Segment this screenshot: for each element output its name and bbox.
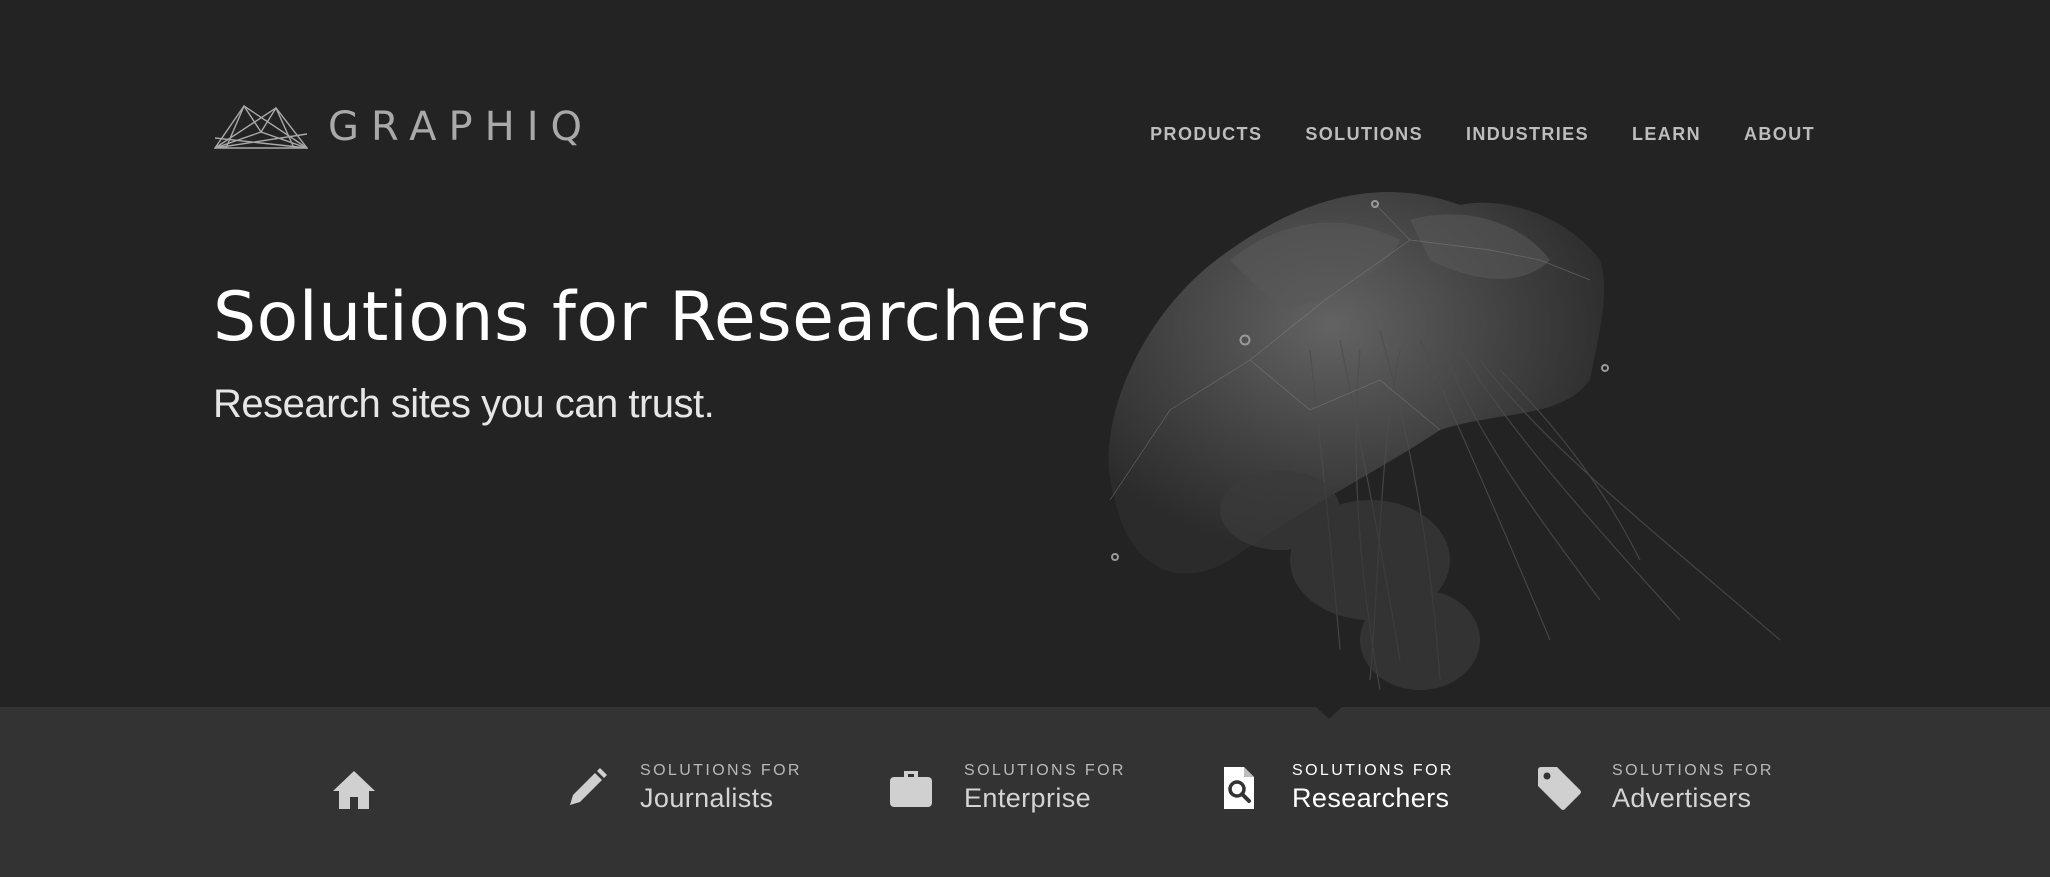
solutions-journalists[interactable]: SOLUTIONS FOR Journalists (564, 762, 802, 814)
solutions-name: Enterprise (964, 783, 1092, 813)
document-search-icon (1224, 767, 1254, 809)
nav-learn[interactable]: LEARN (1632, 124, 1701, 145)
solutions-prefix: SOLUTIONS FOR (1292, 762, 1454, 779)
solutions-prefix: SOLUTIONS FOR (964, 762, 1126, 779)
solutions-enterprise[interactable]: SOLUTIONS FOR Enterprise (888, 762, 1126, 814)
solutions-name: Advertisers (1612, 783, 1752, 813)
solutions-name: Journalists (640, 783, 774, 813)
hero-section: GRAPHIQ PRODUCTS SOLUTIONS INDUSTRIES LE… (0, 0, 2050, 707)
pencil-icon (570, 768, 607, 805)
brand-name: GRAPHIQ (328, 104, 595, 150)
solutions-subnav: SOLUTIONS FOR Journalists SOLUTIONS FOR … (0, 706, 2050, 877)
nav-about[interactable]: ABOUT (1744, 124, 1815, 145)
page-subtitle: Research sites you can trust. (213, 382, 715, 426)
nav-solutions[interactable]: SOLUTIONS (1305, 124, 1423, 145)
jellyfish-image (1108, 192, 1781, 691)
briefcase-icon (890, 771, 932, 807)
solutions-prefix: SOLUTIONS FOR (640, 762, 802, 779)
solutions-advertisers[interactable]: SOLUTIONS FOR Advertisers (1536, 762, 1774, 814)
tag-icon (1538, 767, 1581, 810)
solutions-researchers[interactable]: SOLUTIONS FOR Researchers (1216, 762, 1454, 814)
nav-products[interactable]: PRODUCTS (1150, 124, 1262, 145)
page-title: Solutions for Researchers (213, 278, 1092, 357)
graphiq-logo-icon (214, 104, 308, 149)
active-indicator (1315, 706, 1343, 719)
main-nav: PRODUCTS SOLUTIONS INDUSTRIES LEARN ABOU… (1150, 124, 1815, 145)
solutions-name: Researchers (1292, 783, 1450, 813)
nav-industries[interactable]: INDUSTRIES (1466, 124, 1589, 145)
home-icon[interactable] (330, 767, 378, 813)
solutions-prefix: SOLUTIONS FOR (1612, 762, 1774, 779)
logo-link[interactable]: GRAPHIQ (214, 103, 594, 151)
